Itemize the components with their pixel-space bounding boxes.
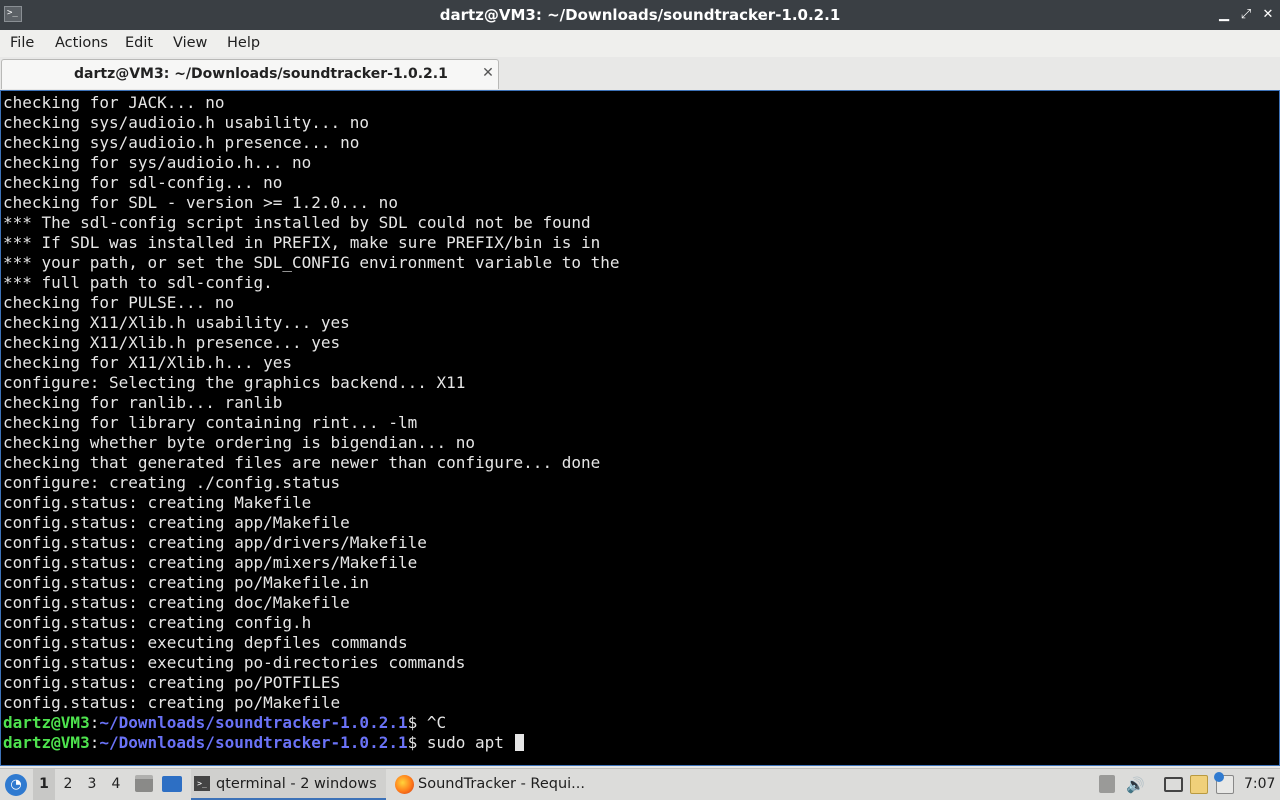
clipboard-icon[interactable]: [1190, 775, 1208, 794]
workspace-2[interactable]: 2: [57, 769, 79, 800]
workspace-1[interactable]: 1: [33, 769, 55, 800]
prompt-command: sudo apt: [426, 733, 514, 752]
prompt-symbol: $: [407, 713, 427, 732]
terminal-line: checking sys/audioio.h presence... no: [3, 133, 360, 152]
window-title: dartz@VM3: ~/Downloads/soundtracker-1.0.…: [439, 6, 841, 24]
workspace-4[interactable]: 4: [105, 769, 127, 800]
terminal-line: config.status: creating app/drivers/Make…: [3, 533, 427, 552]
clock[interactable]: 7:07: [1244, 769, 1280, 800]
terminal-line: config.status: creating config.h: [3, 613, 312, 632]
volume-icon[interactable]: 🔊: [1126, 775, 1146, 795]
terminal-line: configure: Selecting the graphics backen…: [3, 373, 466, 392]
terminal-line: checking X11/Xlib.h presence... yes: [3, 333, 341, 352]
menubar: File Actions Edit View Help: [0, 30, 1280, 58]
network-icon[interactable]: [1164, 777, 1183, 792]
terminal-line: checking for sdl-config... no: [3, 173, 283, 192]
terminal-line: config.status: executing depfiles comman…: [3, 633, 408, 652]
window-titlebar[interactable]: >_ dartz@VM3: ~/Downloads/soundtracker-1…: [0, 0, 1280, 30]
prompt-user: dartz@VM3: [3, 733, 90, 752]
terminal-line: checking whether byte ordering is bigend…: [3, 433, 476, 452]
prompt-path: ~/Downloads/soundtracker-1.0.2.1: [99, 713, 408, 732]
terminal-line: *** If SDL was installed in PREFIX, make…: [3, 233, 601, 252]
start-menu-icon[interactable]: ◔: [5, 774, 27, 796]
task-soundtracker-browser[interactable]: SoundTracker - Requi...: [392, 769, 587, 800]
tab-close-icon[interactable]: ✕: [480, 64, 496, 82]
terminal-line: checking for ranlib... ranlib: [3, 393, 283, 412]
update-icon[interactable]: [1214, 772, 1234, 794]
menu-actions[interactable]: Actions: [55, 30, 108, 57]
terminal-line: checking that generated files are newer …: [3, 453, 601, 472]
terminal-line: config.status: creating app/mixers/Makef…: [3, 553, 418, 572]
terminal-line: config.status: executing po-directories …: [3, 653, 466, 672]
terminal-line: config.status: creating po/Makefile.in: [3, 573, 370, 592]
terminal-line: config.status: creating po/Makefile: [3, 693, 341, 712]
terminal-line: *** your path, or set the SDL_CONFIG env…: [3, 253, 620, 272]
prompt-command: ^C: [426, 713, 447, 732]
task-label: qterminal - 2 windows: [216, 776, 377, 792]
terminal-line: config.status: creating po/POTFILES: [3, 673, 341, 692]
terminal-line: checking for JACK... no: [3, 93, 225, 112]
menu-view[interactable]: View: [173, 30, 207, 57]
tab-bar: dartz@VM3: ~/Downloads/soundtracker-1.0.…: [0, 57, 1280, 91]
prompt-separator: :: [89, 733, 100, 752]
terminal-line: checking for X11/Xlib.h... yes: [3, 353, 292, 372]
text-cursor: [514, 734, 524, 751]
tab-label: dartz@VM3: ~/Downloads/soundtracker-1.0.…: [74, 66, 448, 82]
show-desktop-icon[interactable]: [162, 776, 182, 792]
close-button[interactable]: ✕: [1258, 5, 1278, 25]
terminal-line: config.status: creating Makefile: [3, 493, 312, 512]
terminal-line: config.status: creating app/Makefile: [3, 513, 350, 532]
terminal-line: checking for PULSE... no: [3, 293, 235, 312]
prompt-separator: :: [89, 713, 100, 732]
terminal-output[interactable]: checking for JACK... no checking sys/audi…: [0, 90, 1280, 766]
terminal-icon: >_: [194, 776, 210, 791]
prompt-path: ~/Downloads/soundtracker-1.0.2.1: [99, 733, 408, 752]
maximize-button[interactable]: ⤢: [1236, 5, 1256, 25]
terminal-line: checking for sys/audioio.h... no: [3, 153, 312, 172]
terminal-prompt-line: dartz@VM3:~/Downloads/soundtracker-1.0.2…: [3, 733, 1279, 753]
terminal-line: config.status: creating doc/Makefile: [3, 593, 350, 612]
prompt-user: dartz@VM3: [3, 713, 90, 732]
task-qterminal[interactable]: >_ qterminal - 2 windows: [191, 769, 386, 800]
terminal-line: checking for SDL - version >= 1.2.0... n…: [3, 193, 398, 212]
terminal-line: checking for library containing rint... …: [3, 413, 418, 432]
menu-file[interactable]: File: [10, 30, 34, 57]
disk-icon[interactable]: [1099, 775, 1115, 793]
prompt-symbol: $: [407, 733, 427, 752]
terminal-line: checking X11/Xlib.h usability... yes: [3, 313, 350, 332]
menu-edit[interactable]: Edit: [125, 30, 153, 57]
menu-help[interactable]: Help: [227, 30, 260, 57]
tab-terminal-session[interactable]: dartz@VM3: ~/Downloads/soundtracker-1.0.…: [1, 59, 499, 89]
task-label: SoundTracker - Requi...: [418, 776, 586, 792]
terminal-line: checking sys/audioio.h usability... no: [3, 113, 370, 132]
terminal-prompt-line: dartz@VM3:~/Downloads/soundtracker-1.0.2…: [3, 713, 1279, 733]
terminal-lines: checking for JACK... no checking sys/audi…: [3, 93, 1279, 753]
terminal-line: configure: creating ./config.status: [3, 473, 341, 492]
terminal-line: *** full path to sdl-config.: [3, 273, 273, 292]
file-manager-icon[interactable]: [135, 775, 153, 792]
terminal-line: *** The sdl-config script installed by S…: [3, 213, 591, 232]
workspace-3[interactable]: 3: [81, 769, 103, 800]
minimize-button[interactable]: ▁: [1214, 5, 1234, 25]
taskbar: ◔ 1 2 3 4 >_ qterminal - 2 windows Sound…: [0, 768, 1280, 800]
firefox-icon: [395, 775, 414, 794]
